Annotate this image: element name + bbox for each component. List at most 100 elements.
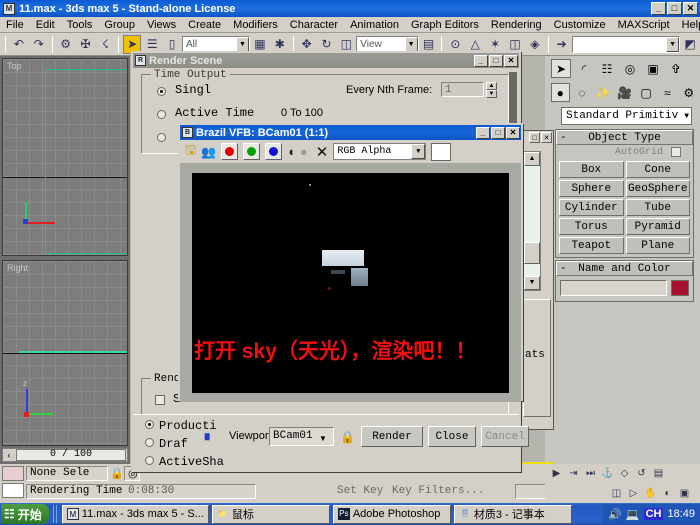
create-tube-button[interactable]: Tube	[625, 199, 690, 216]
goto-end-icon[interactable]: ⏭	[582, 465, 599, 482]
menu-character[interactable]: Character	[284, 18, 344, 32]
object-type-header[interactable]: - Object Type	[556, 130, 693, 145]
display-tab-icon[interactable]: ▣	[643, 59, 663, 78]
color-swatch[interactable]	[431, 142, 452, 161]
create-plane-button[interactable]: Plane	[625, 237, 690, 254]
arc-rotate-icon[interactable]: ◐	[659, 485, 676, 502]
max-viewport-icon[interactable]: ▤	[650, 465, 667, 482]
lock-icon[interactable]: 🔒	[110, 467, 124, 480]
save-icon[interactable]: 🖫	[185, 141, 196, 163]
every-nth-frame-input[interactable]: 1	[441, 82, 484, 97]
motion-tab-icon[interactable]: ◎	[620, 59, 640, 78]
redo-icon[interactable]: ↷	[30, 35, 48, 54]
create-cone-button[interactable]: Cone	[625, 161, 690, 178]
chevron-down-icon[interactable]: ▼	[411, 144, 426, 159]
menu-file[interactable]: File	[0, 18, 30, 32]
spinner-up-icon[interactable]: ▲	[486, 82, 497, 90]
render-scene-titlebar[interactable]: R Render Scene _ □ ✕	[133, 53, 519, 68]
play-icon[interactable]: ▶	[548, 465, 565, 482]
subcategory-dropdown[interactable]: Standard Primitiv ▼	[561, 107, 692, 125]
taskbar-item-photoshop[interactable]: Ps Adobe Photoshop	[332, 504, 451, 524]
modify-tab-icon[interactable]: ◜	[574, 59, 594, 78]
menu-rendering[interactable]: Rendering	[485, 18, 548, 32]
clone-icon[interactable]: 👥	[201, 145, 216, 159]
taskbar-item-notepad[interactable]: 🗎 材质3 - 记事本	[453, 504, 572, 524]
systems-icon[interactable]: ⚙	[680, 83, 698, 102]
alpha-channel-button[interactable]: ●	[300, 144, 308, 159]
select-link-icon[interactable]: ⚙	[57, 35, 75, 54]
close-button[interactable]: ✕	[541, 132, 552, 143]
selection-filter-dropdown[interactable]: All ▼	[182, 35, 250, 53]
minimize-button[interactable]: _	[651, 2, 666, 15]
key-filters-button[interactable]: Key Filters...	[392, 485, 484, 497]
menu-maxscript[interactable]: MAXScript	[612, 18, 676, 32]
geometry-icon[interactable]: ●	[551, 83, 570, 102]
render-button[interactable]: Render	[361, 426, 423, 447]
menu-animation[interactable]: Animation	[344, 18, 405, 32]
menu-modifiers[interactable]: Modifiers	[227, 18, 284, 32]
close-button[interactable]: ✕	[504, 54, 518, 67]
taskbar-grip[interactable]	[52, 505, 58, 523]
close-button[interactable]: ✕	[506, 126, 520, 139]
start-button[interactable]: ☷ 开始	[1, 504, 49, 524]
menu-views[interactable]: Views	[141, 18, 182, 32]
prev-frame-button[interactable]: ‹	[3, 450, 15, 460]
save-file-checkbox[interactable]	[155, 395, 165, 405]
every-nth-frame-spinner[interactable]: ▲ ▼	[486, 82, 497, 98]
create-cylinder-button[interactable]: Cylinder	[559, 199, 624, 216]
production-radio[interactable]	[145, 420, 154, 429]
menu-edit[interactable]: Edit	[30, 18, 61, 32]
minimize-button[interactable]: _	[474, 54, 488, 67]
volume-icon[interactable]: 🔊	[608, 508, 622, 521]
scroll-up-icon[interactable]: ▲	[524, 152, 540, 166]
stats-button[interactable]: ats	[525, 349, 545, 361]
chevron-down-icon[interactable]: ▼	[684, 112, 689, 121]
scrollbar-thumb[interactable]	[524, 242, 540, 264]
set-key-icon[interactable]: ◇	[616, 465, 633, 482]
play-selected-icon[interactable]: ⇥	[565, 465, 582, 482]
create-geosphere-button[interactable]: GeoSphere	[625, 180, 690, 197]
menu-help[interactable]: Help	[676, 18, 700, 32]
object-color-swatch[interactable]	[671, 280, 689, 296]
zoom-icon[interactable]: ▷	[625, 485, 642, 502]
track-icon[interactable]: ◫	[608, 485, 625, 502]
vertical-scrollbar[interactable]: ▲ ▼	[523, 151, 541, 291]
ime-indicator[interactable]: CH	[643, 508, 664, 520]
menu-tools[interactable]: Tools	[61, 18, 99, 32]
menu-graph-editors[interactable]: Graph Editors	[405, 18, 485, 32]
create-box-button[interactable]: Box	[559, 161, 624, 178]
menu-customize[interactable]: Customize	[548, 18, 612, 32]
key-mode-icon[interactable]: ⚓	[599, 465, 616, 482]
viewport-lock-icon[interactable]: 🔒	[340, 430, 355, 444]
chevron-down-icon[interactable]: ▼	[404, 36, 418, 52]
active-time-radio[interactable]	[157, 110, 166, 119]
draft-radio[interactable]	[145, 438, 154, 447]
set-key-button[interactable]: Set Key	[337, 485, 383, 497]
red-channel-button[interactable]	[221, 143, 239, 160]
preset-icon[interactable]: ∎	[203, 428, 211, 444]
create-tab-icon[interactable]: ➤	[551, 59, 571, 78]
restore-button[interactable]: □	[489, 54, 503, 67]
activeshade-radio[interactable]	[145, 456, 154, 465]
hierarchy-tab-icon[interactable]: ☷	[597, 59, 617, 78]
clock[interactable]: 18:49	[667, 508, 695, 520]
lights-icon[interactable]: ✨	[594, 83, 612, 102]
blue-channel-button[interactable]	[265, 143, 283, 160]
undo-icon[interactable]: ↶	[10, 35, 28, 54]
restore-button[interactable]: □	[667, 2, 682, 15]
restore-button[interactable]: □	[529, 132, 540, 143]
material-editor-icon[interactable]: ◩	[681, 35, 699, 54]
create-teapot-button[interactable]: Teapot	[559, 237, 624, 254]
restore-button[interactable]: □	[491, 126, 505, 139]
green-channel-button[interactable]	[243, 143, 261, 160]
create-sphere-button[interactable]: Sphere	[559, 180, 624, 197]
vfb-titlebar[interactable]: B Brazil VFB: BCam01 (1:1) _ □ ✕	[180, 125, 521, 140]
single-radio[interactable]	[157, 87, 166, 96]
pan-icon[interactable]: ✋	[642, 485, 659, 502]
min-max-toggle-icon[interactable]: ▣	[676, 485, 693, 502]
taskbar-item-folder[interactable]: 📁 鼠标	[211, 504, 330, 524]
autogrid-checkbox[interactable]	[671, 147, 681, 157]
create-pyramid-button[interactable]: Pyramid	[625, 218, 690, 235]
viewport-right[interactable]: Right z	[2, 260, 128, 446]
object-name-input[interactable]	[560, 280, 667, 296]
